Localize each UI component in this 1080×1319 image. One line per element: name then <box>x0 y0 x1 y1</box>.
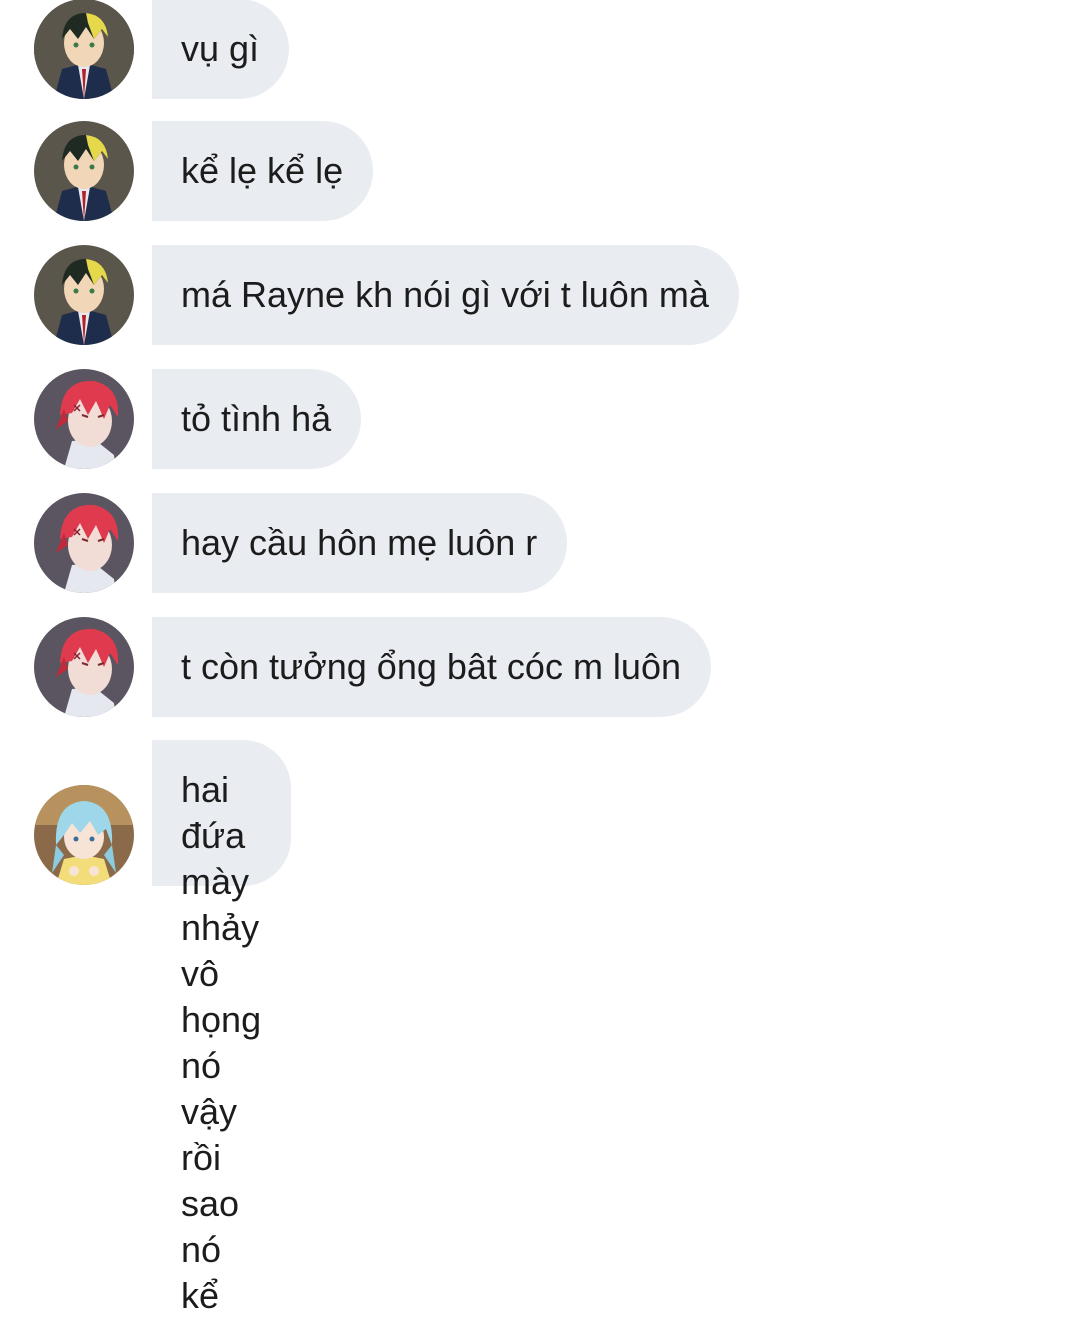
message-bubble[interactable]: kể lẹ kể lẹ <box>152 121 374 221</box>
message-bubble[interactable]: tỏ tình hả <box>152 369 362 469</box>
message-bubble[interactable]: hay cầu hôn mẹ luôn r <box>152 493 568 593</box>
avatar-red-hair-boy[interactable] <box>34 493 134 593</box>
avatar-blonde-green-hair-boy[interactable] <box>34 0 134 99</box>
avatar-blonde-green-hair-boy[interactable] <box>34 121 134 221</box>
avatar-blonde-green-hair-boy[interactable] <box>34 245 134 345</box>
avatar-red-hair-boy[interactable] <box>34 617 134 717</box>
message-line: hai đứa mày nhảy vô họng nó vậy rồi <box>181 769 262 1178</box>
avatar-red-hair-boy[interactable] <box>34 369 134 469</box>
message-bubble[interactable]: t còn tưởng ổng bât cóc m luôn <box>152 617 711 717</box>
message-line: sao nó kể <box>181 1183 240 1316</box>
message-bubble[interactable]: má Rayne kh nói gì với t luôn mà <box>152 245 739 345</box>
avatar-blue-hair-girl[interactable] <box>34 785 134 885</box>
message-bubble[interactable]: vụ gì <box>152 0 290 99</box>
message-bubble[interactable]: hai đứa mày nhảy vô họng nó vậy rồi sao … <box>152 740 292 1316</box>
